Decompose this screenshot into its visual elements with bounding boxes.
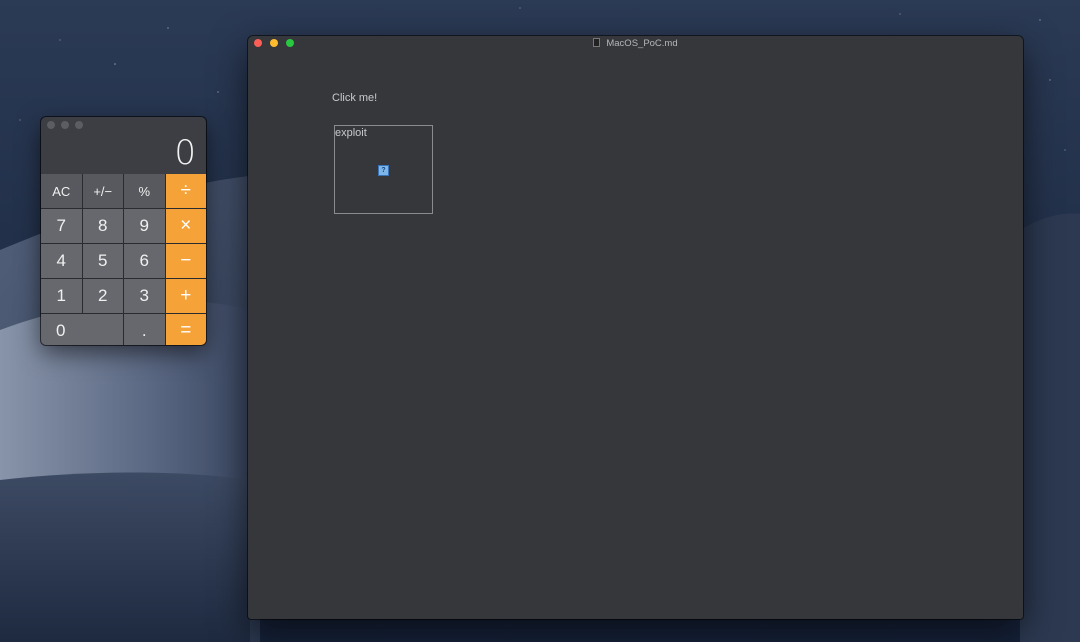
key-minus[interactable]: − xyxy=(165,244,206,278)
key-9[interactable]: 9 xyxy=(124,209,165,243)
key-4[interactable]: 4 xyxy=(41,244,82,278)
key-plus[interactable]: + xyxy=(165,279,206,313)
key-equals[interactable]: = xyxy=(165,314,206,345)
document-window: MacOS_PoC.md Click me! exploit ? xyxy=(248,36,1023,619)
key-1[interactable]: 1 xyxy=(41,279,82,313)
window-title-text: MacOS_PoC.md xyxy=(606,38,678,49)
calculator-titlebar[interactable] xyxy=(41,117,206,133)
key-5[interactable]: 5 xyxy=(82,244,123,278)
key-ac[interactable]: AC xyxy=(41,174,82,208)
key-decimal[interactable]: . xyxy=(124,314,165,345)
calculator-window: 0 AC +/− % ÷ 7 8 9 × 4 5 6 − 1 2 3 + 0 .… xyxy=(41,117,206,345)
calculator-display: 0 xyxy=(174,133,196,173)
key-2[interactable]: 2 xyxy=(82,279,123,313)
key-percent[interactable]: % xyxy=(124,174,165,208)
key-7[interactable]: 7 xyxy=(41,209,82,243)
question-mark-icon: ? xyxy=(378,165,389,176)
key-3[interactable]: 3 xyxy=(124,279,165,313)
frame-label: exploit xyxy=(335,127,367,139)
calculator-minimize-button[interactable] xyxy=(61,121,69,129)
exploit-frame[interactable]: exploit ? xyxy=(334,125,433,214)
key-multiply[interactable]: × xyxy=(165,209,206,243)
key-6[interactable]: 6 xyxy=(124,244,165,278)
key-plus-minus[interactable]: +/− xyxy=(82,174,123,208)
calculator-close-button[interactable] xyxy=(47,121,55,129)
key-8[interactable]: 8 xyxy=(82,209,123,243)
calculator-zoom-button[interactable] xyxy=(75,121,83,129)
calculator-keypad: AC +/− % ÷ 7 8 9 × 4 5 6 − 1 2 3 + 0 . = xyxy=(41,174,206,345)
document-titlebar[interactable]: MacOS_PoC.md xyxy=(248,36,1023,52)
key-divide[interactable]: ÷ xyxy=(165,174,206,208)
key-0[interactable]: 0 xyxy=(41,314,123,345)
document-icon xyxy=(593,38,601,47)
window-title: MacOS_PoC.md xyxy=(248,37,1023,51)
click-me-link[interactable]: Click me! xyxy=(332,92,377,104)
